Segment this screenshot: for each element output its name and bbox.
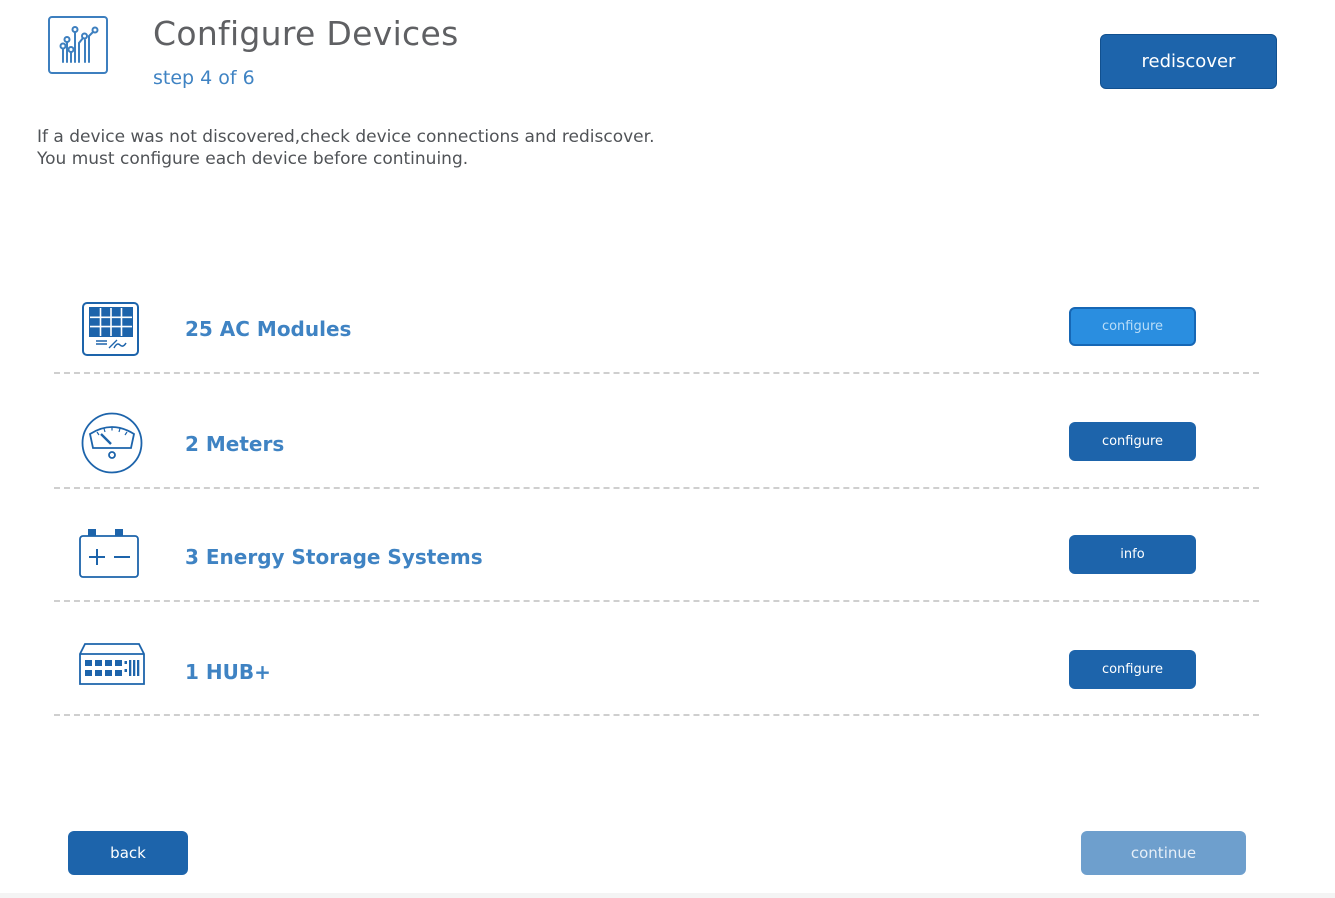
page-title: Configure Devices [153,14,459,53]
back-button[interactable]: back [68,831,188,875]
configure-meters-button[interactable]: configure [1069,422,1196,461]
meter-gauge-icon [80,412,144,474]
configure-ac-modules-button[interactable]: configure [1069,307,1196,346]
instructions-text: If a device was not discovered,check dev… [37,126,654,170]
device-label-hub: 1 HUB+ [185,660,271,684]
row-divider [54,600,1259,602]
continue-button[interactable]: continue [1081,831,1246,875]
row-divider [54,372,1259,374]
device-label-meters: 2 Meters [185,432,285,456]
step-indicator: step 4 of 6 [153,67,255,89]
circuit-icon [48,16,108,74]
instructions-line-2: You must configure each device before co… [37,149,469,169]
device-label-ac-modules: 25 AC Modules [185,317,352,341]
footer-bar [0,893,1335,898]
configure-hub-button[interactable]: configure [1069,650,1196,689]
hub-icon [78,642,146,686]
battery-icon [78,527,141,580]
instructions-line-1: If a device was not discovered,check dev… [37,127,655,147]
device-label-energy-storage: 3 Energy Storage Systems [185,545,483,569]
row-divider [54,714,1259,716]
rediscover-button[interactable]: rediscover [1100,34,1277,89]
info-energy-storage-button[interactable]: info [1069,535,1196,574]
row-divider [54,487,1259,489]
solar-panel-icon [80,300,140,358]
